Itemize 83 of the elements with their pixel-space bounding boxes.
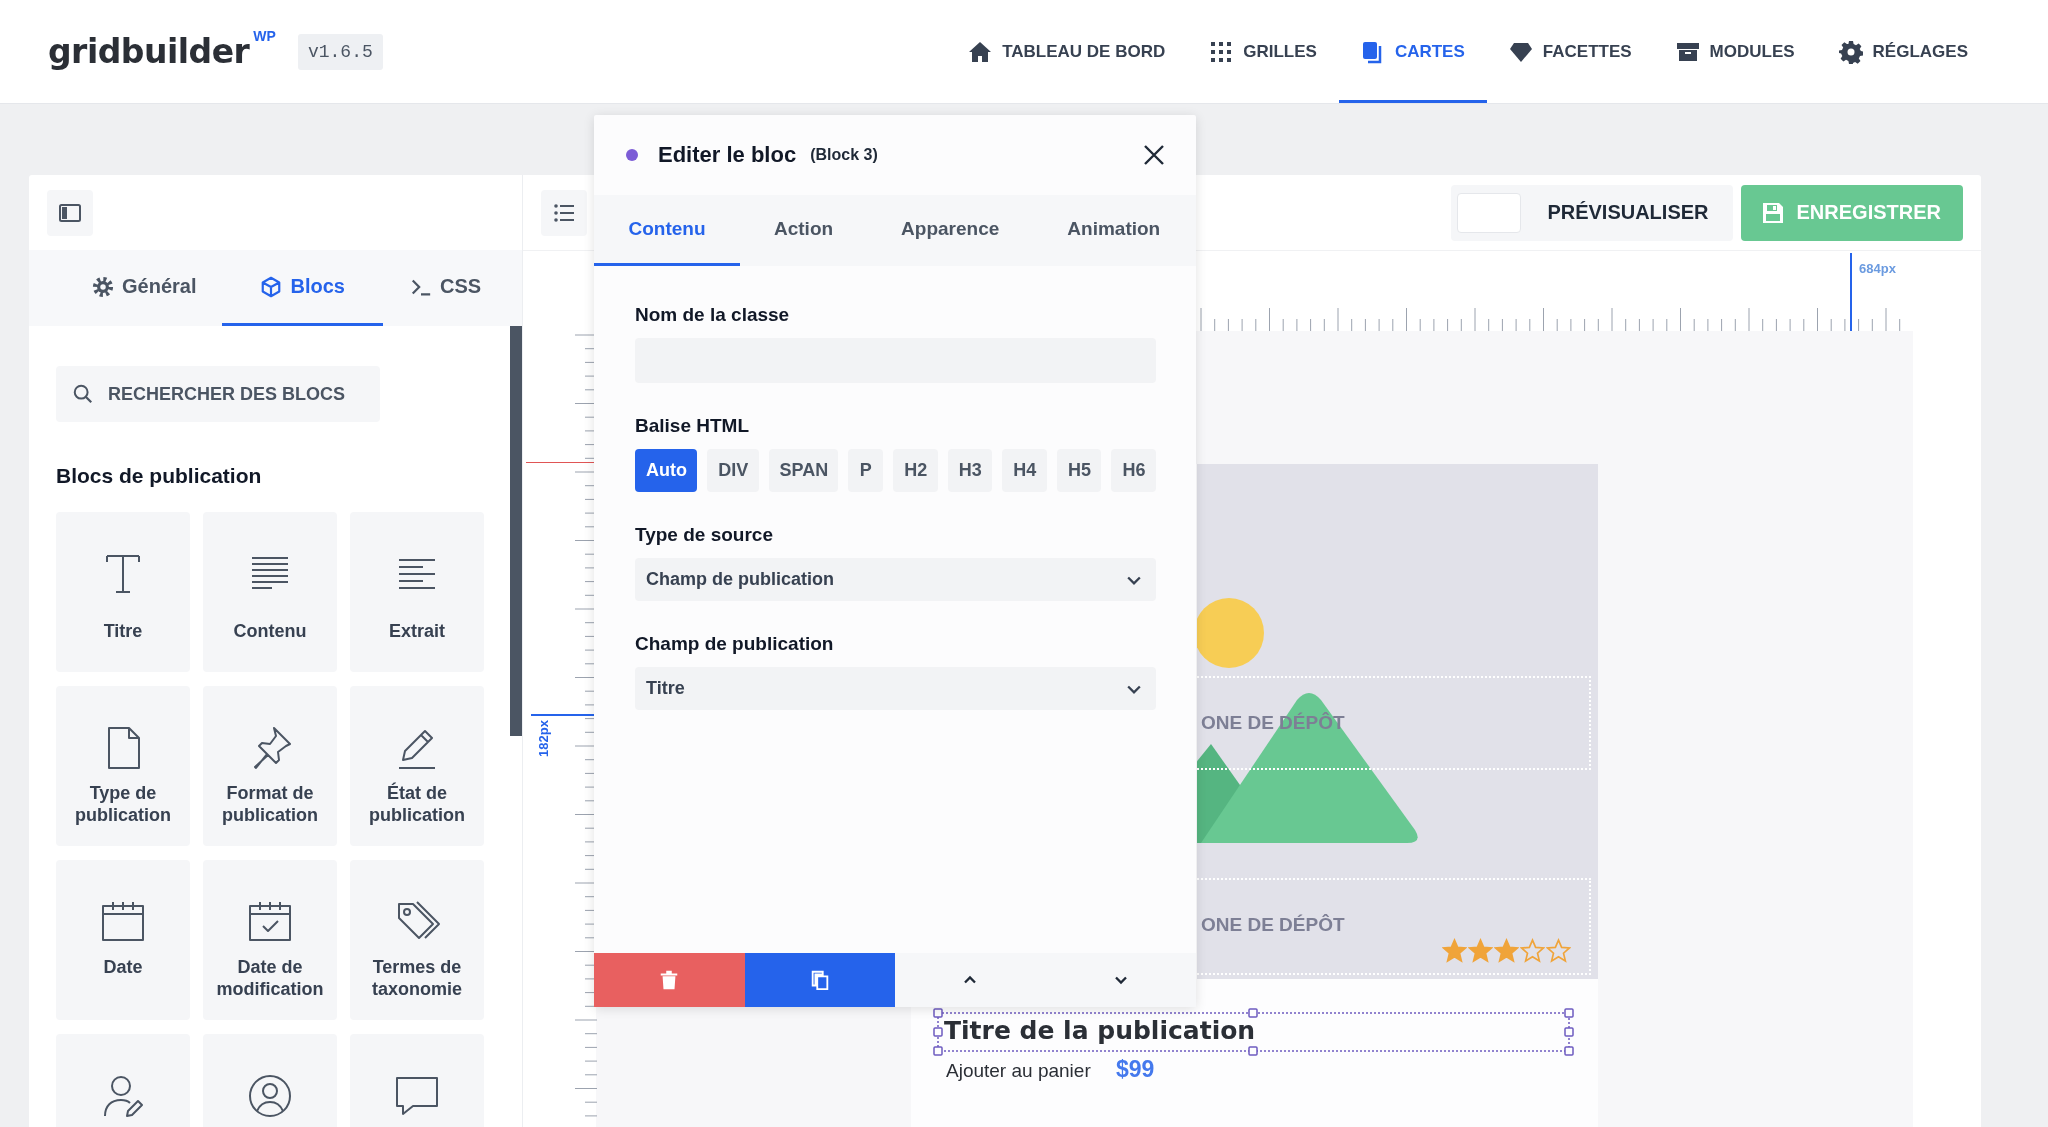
guide-line xyxy=(526,462,596,463)
sidebar-toggle-icon[interactable] xyxy=(47,189,93,236)
block-label: Titre xyxy=(103,620,143,642)
user-circle-icon xyxy=(246,1072,294,1120)
sidebar-tab[interactable]: CSS xyxy=(382,250,508,326)
tag-option[interactable]: P xyxy=(848,449,884,492)
field-label: Type de source xyxy=(635,524,774,546)
block-tile[interactable]: Type de publication xyxy=(56,686,190,846)
cube-icon xyxy=(260,275,283,298)
logo: gridbuilder xyxy=(48,32,250,71)
ruler-marker-label: 182px xyxy=(535,720,551,757)
block-label: Termes de taxonomie xyxy=(371,956,463,1000)
search-icon xyxy=(72,383,94,405)
block-tile[interactable]: Titre xyxy=(56,512,190,672)
drop-zone-label: ONE DE DÉPÔT xyxy=(1201,914,1345,936)
block-label: Extrait xyxy=(389,620,445,642)
settings-icon xyxy=(1838,39,1863,64)
sidebar-tab[interactable]: Général xyxy=(65,250,223,326)
post-title: Titre de la publication xyxy=(944,1016,1256,1045)
preview-control[interactable]: PRÉVISUALISER xyxy=(1451,184,1733,241)
tag-option[interactable]: H6 xyxy=(1111,449,1156,492)
search-field[interactable]: RECHERCHER DES BLOCS xyxy=(56,366,380,422)
nav-link[interactable]: TABLEAU DE BORD xyxy=(946,0,1188,103)
select-field[interactable]: Champ de publication xyxy=(635,558,1156,601)
block-tile[interactable]: Extrait xyxy=(350,512,484,672)
star-filled-icon xyxy=(1442,938,1467,963)
tag-option[interactable]: H2 xyxy=(893,449,938,492)
block-tile[interactable]: Termes de taxonomie xyxy=(350,860,484,1020)
duplicate-button[interactable] xyxy=(744,953,895,1007)
dialog-tab[interactable]: Action xyxy=(740,195,868,266)
tag-option[interactable]: H5 xyxy=(1056,449,1102,492)
dialog-tab[interactable]: Contenu xyxy=(594,195,740,266)
star-filled-icon xyxy=(1494,938,1519,963)
logo-suffix: WP xyxy=(253,28,276,44)
nav-link[interactable]: GRILLES xyxy=(1187,0,1339,103)
delete-button[interactable] xyxy=(594,953,745,1007)
field-label: Balise HTML xyxy=(635,415,751,437)
block-tile[interactable]: Format de publication xyxy=(203,686,337,846)
block-tile[interactable]: État de publication xyxy=(350,686,484,846)
ruler-marker-line xyxy=(531,714,596,716)
price: $99 xyxy=(1116,1056,1155,1083)
section-heading: Blocs de publication xyxy=(56,464,263,488)
block-label: Contenu xyxy=(233,620,307,642)
block-label: Type de publication xyxy=(74,782,172,826)
dialog-tab[interactable]: Apparence xyxy=(867,195,1034,266)
tag-option[interactable]: SPAN xyxy=(768,449,839,492)
version-badge: v1.6.5 xyxy=(297,33,383,70)
block-tile[interactable]: Contenu xyxy=(203,512,337,672)
tag-option[interactable]: DIV xyxy=(707,449,759,492)
nav-link[interactable]: FACETTES xyxy=(1486,0,1654,103)
dialog-title: Editer le bloc xyxy=(658,142,797,168)
close-icon[interactable] xyxy=(1142,143,1166,167)
nav-link[interactable]: MODULES xyxy=(1653,0,1817,103)
block-label: Date de modification xyxy=(215,956,325,1000)
grid-icon xyxy=(1209,39,1234,64)
field-label: Champ de publication xyxy=(635,633,835,655)
settings-icon xyxy=(92,275,114,298)
status-dot xyxy=(626,149,638,161)
tag-option[interactable]: H3 xyxy=(947,449,993,492)
ruler-marker-label: 684px xyxy=(1859,261,1896,276)
scrollbar[interactable] xyxy=(510,326,522,736)
dialog-subtitle: (Block 3) xyxy=(810,146,878,164)
add-to-cart-text: Ajouter au panier xyxy=(946,1060,1091,1082)
home-icon xyxy=(968,39,993,64)
block-tile[interactable]: Date de modification xyxy=(203,860,337,1020)
nav-link[interactable]: RÉGLAGES xyxy=(1816,0,1990,103)
list-icon[interactable] xyxy=(541,189,587,236)
selection-frame[interactable] xyxy=(933,1008,1574,1056)
tag-option[interactable]: H4 xyxy=(1002,449,1047,492)
toggle-switch[interactable] xyxy=(1457,192,1522,233)
sidebar-tab[interactable]: Blocs xyxy=(222,250,383,326)
dialog-tab[interactable]: Animation xyxy=(1033,195,1195,266)
block-tile[interactable]: Date xyxy=(56,860,190,1020)
block-label: Date xyxy=(103,956,143,978)
block-label: Format de publication xyxy=(221,782,319,826)
select-field[interactable]: Titre xyxy=(635,667,1156,710)
block-label: État de publication xyxy=(368,782,466,826)
tag-option[interactable]: Auto xyxy=(635,449,698,492)
nav-link[interactable]: CARTES xyxy=(1338,0,1487,103)
preview-label: PRÉVISUALISER xyxy=(1547,201,1709,224)
star-empty-icon xyxy=(1546,938,1571,963)
field-label: Nom de la classe xyxy=(635,304,791,326)
star-filled-icon xyxy=(1468,938,1493,963)
